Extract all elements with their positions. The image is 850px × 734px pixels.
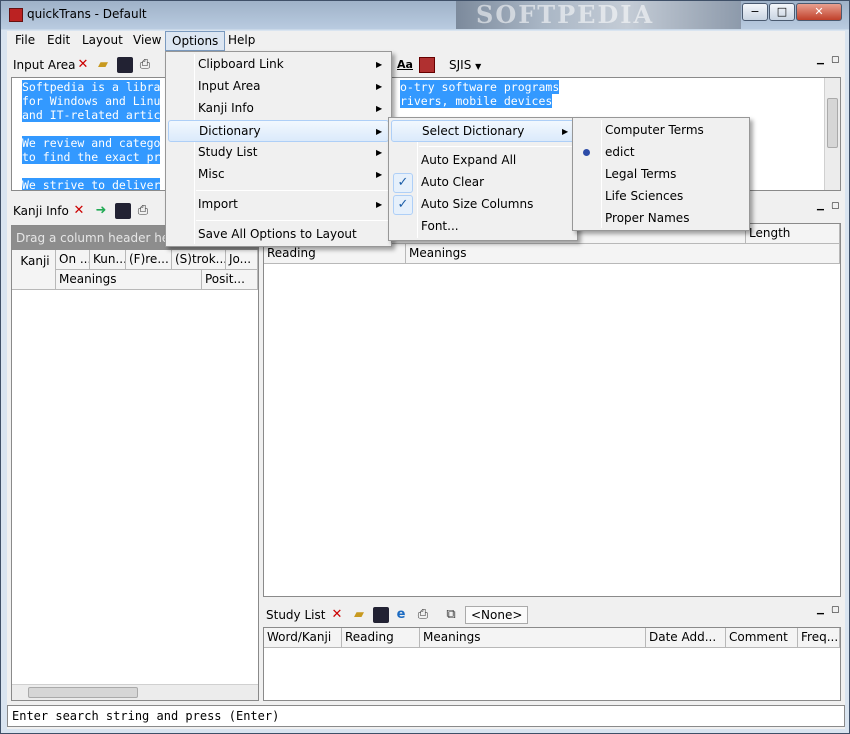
title-bar: quickTrans - Default SOFTPEDIA − □ ✕	[1, 1, 849, 31]
column-header[interactable]: Reading	[264, 244, 406, 264]
options-menu: Clipboard Link ▶ Input Area ▶ Kanji Info ▶ …	[165, 51, 392, 247]
menu-item-auto-size-columns[interactable]: ✓ Auto Size Columns	[391, 194, 575, 216]
menu-bar: File Edit Layout View Options Help	[7, 31, 845, 51]
app-icon	[9, 8, 23, 22]
column-header[interactable]: Meanings	[420, 628, 646, 648]
clear-icon[interactable]: ✕	[71, 203, 87, 219]
charmap-icon[interactable]	[419, 57, 435, 73]
column-header[interactable]: (F)re...	[126, 250, 172, 270]
column-header[interactable]: Jo...	[226, 250, 258, 270]
print-icon[interactable]: ⎙	[415, 607, 431, 623]
menu-edit[interactable]: Edit	[41, 31, 76, 51]
window-title: quickTrans - Default	[27, 7, 147, 21]
menu-item-computer-terms[interactable]: Computer Terms	[575, 120, 747, 142]
checkmark-icon: ✓	[393, 173, 413, 193]
panel-pin-icon[interactable]: ▁	[817, 605, 824, 615]
print-icon[interactable]: ⎙	[137, 57, 153, 73]
input-line: Softpedia is a libra	[22, 80, 161, 94]
input-scrollbar[interactable]	[824, 78, 840, 190]
dictionary-submenu: Select Dictionary ▶ Auto Expand All ✓ Auto…	[388, 117, 578, 241]
app-window: quickTrans - Default SOFTPEDIA − □ ✕ Fil…	[0, 0, 850, 734]
input-area-title: Input Area	[13, 58, 76, 72]
menu-item-study-list[interactable]: Study List ▶	[168, 142, 389, 164]
menu-item-save-all-options[interactable]: Save All Options to Layout	[168, 224, 389, 246]
study-list-toolbar: Study List ✕ ▰ e ⎙ ⧉ <None> ▁ ▢	[263, 603, 845, 627]
input-area-toolbar: Input Area ✕ ▰ ⎙ Aa SJIS ▼ ▁ ▢	[7, 53, 845, 77]
study-list-dropdown[interactable]: <None>	[465, 606, 529, 624]
input-line: We review and catego	[22, 136, 161, 150]
panel-float-icon[interactable]: ▢	[831, 201, 840, 211]
menu-options[interactable]: Options	[165, 31, 226, 51]
column-header[interactable]: Meanings	[406, 244, 840, 264]
kanji-info-title: Kanji Info	[13, 204, 69, 218]
print-icon[interactable]: ⎙	[135, 203, 151, 219]
close-button[interactable]: ✕	[796, 3, 842, 21]
font-icon[interactable]: Aa	[397, 57, 413, 73]
menu-layout[interactable]: Layout	[76, 31, 129, 51]
panel-float-icon[interactable]: ▢	[831, 605, 840, 615]
column-header[interactable]: Comment	[726, 628, 798, 648]
clear-icon[interactable]: ✕	[75, 57, 91, 73]
checkmark-icon: ✓	[393, 195, 413, 215]
maximize-button[interactable]: □	[769, 3, 795, 21]
panel-pin-icon[interactable]: ▁	[817, 201, 824, 211]
open-folder-icon[interactable]: ▰	[95, 57, 111, 73]
menu-item-dictionary[interactable]: Dictionary ▶	[168, 120, 389, 142]
menu-item-input-area[interactable]: Input Area ▶	[168, 76, 389, 98]
input-line: o-try software programs	[400, 80, 560, 94]
study-list-title: Study List	[266, 608, 326, 622]
panel-float-icon[interactable]: ▢	[831, 55, 840, 65]
menu-item-import[interactable]: Import ▶	[168, 194, 389, 216]
column-header[interactable]: Posit...	[202, 270, 258, 290]
column-header[interactable]: Kun...	[90, 250, 126, 270]
menu-help[interactable]: Help	[222, 31, 261, 51]
softpedia-watermark: SOFTPEDIA	[456, 1, 741, 29]
column-header[interactable]: Length	[746, 224, 840, 244]
menu-item-clipboard-link[interactable]: Clipboard Link ▶	[168, 54, 389, 76]
menu-view[interactable]: View	[127, 31, 167, 51]
clear-icon[interactable]: ✕	[329, 607, 345, 623]
kanji-info-h-scrollbar[interactable]	[12, 684, 258, 700]
menu-file[interactable]: File	[9, 31, 41, 51]
minimize-button[interactable]: −	[742, 3, 768, 21]
input-line: rivers, mobile devices	[400, 94, 553, 108]
menu-item-auto-clear[interactable]: ✓ Auto Clear	[391, 172, 575, 194]
menu-item-proper-names[interactable]: Proper Names	[575, 208, 747, 230]
column-header[interactable]: (S)trok...	[172, 250, 226, 270]
column-header[interactable]: Word/Kanji	[264, 628, 342, 648]
input-line: and IT-related artic	[22, 108, 161, 122]
menu-item-edict[interactable]: edict	[575, 142, 747, 164]
column-header[interactable]: On ...	[56, 250, 90, 270]
lookup-icon[interactable]: ➜	[93, 203, 109, 219]
search-status-field[interactable]: Enter search string and press (Enter)	[7, 705, 845, 727]
radio-selected-icon	[583, 149, 590, 156]
save-icon[interactable]	[115, 203, 131, 219]
panel-pin-icon[interactable]: ▁	[817, 55, 824, 65]
save-icon[interactable]	[373, 607, 389, 623]
select-dictionary-submenu: Computer Terms edict Legal Terms Life Sc…	[572, 117, 750, 231]
menu-item-font[interactable]: Font...	[391, 216, 575, 238]
column-header[interactable]: Meanings	[56, 270, 202, 290]
column-header[interactable]: Freq...	[798, 628, 840, 648]
dictionary-grid: e Length Reading Meanings	[263, 223, 841, 597]
browser-icon[interactable]: e	[393, 607, 409, 623]
menu-item-legal-terms[interactable]: Legal Terms	[575, 164, 747, 186]
menu-item-select-dictionary[interactable]: Select Dictionary ▶	[391, 120, 575, 142]
column-header[interactable]: Reading	[342, 628, 420, 648]
input-line: to find the exact pr	[22, 150, 161, 164]
window-icon[interactable]: ⧉	[443, 607, 459, 623]
menu-item-auto-expand-all[interactable]: Auto Expand All	[391, 150, 575, 172]
menu-item-misc[interactable]: Misc ▶	[168, 164, 389, 186]
save-icon[interactable]	[117, 57, 133, 73]
menu-item-life-sciences[interactable]: Life Sciences	[575, 186, 747, 208]
study-list-grid: Word/Kanji Reading Meanings Date Add... …	[263, 627, 841, 701]
open-folder-icon[interactable]: ▰	[351, 607, 367, 623]
menu-item-kanji-info[interactable]: Kanji Info ▶	[168, 98, 389, 120]
encoding-selector[interactable]: SJIS ▼	[449, 58, 481, 72]
input-line: for Windows and Linu	[22, 94, 161, 108]
column-header[interactable]: Kanji	[12, 250, 56, 290]
kanji-info-grid: Drag a column header here Kanji On ... K…	[11, 225, 259, 701]
input-line: We strive to deliver	[22, 178, 161, 191]
column-header[interactable]: Date Add...	[646, 628, 726, 648]
